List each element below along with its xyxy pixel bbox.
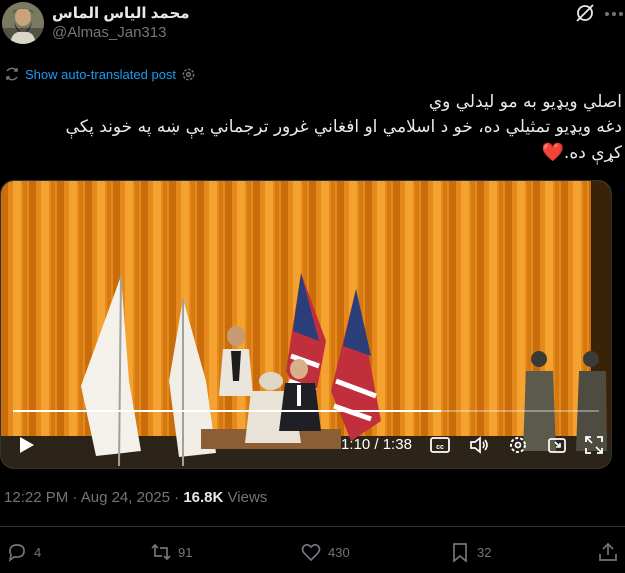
post-text-line: اصلي ویډیو به مو لیدلي وي bbox=[428, 92, 622, 112]
reply-icon bbox=[8, 544, 25, 563]
post: محمد الياس الماس @Almas_Jan313 Show auto… bbox=[0, 0, 625, 573]
fullscreen-icon[interactable] bbox=[583, 434, 605, 456]
volume-icon[interactable] bbox=[468, 434, 490, 456]
share-button[interactable] bbox=[597, 540, 619, 564]
play-icon[interactable] bbox=[15, 434, 37, 456]
show-translation-link[interactable]: Show auto-translated post bbox=[25, 67, 176, 82]
reply-count: 4 bbox=[34, 544, 42, 560]
heart-emoji: ❤️ bbox=[541, 142, 564, 163]
post-time[interactable]: 12:22 PM bbox=[4, 489, 68, 506]
captions-icon[interactable]: cc bbox=[429, 434, 451, 456]
post-text-line: کړې ده.❤️ bbox=[2, 140, 623, 166]
time-separator: / bbox=[374, 436, 379, 453]
bookmark-count: 32 bbox=[477, 544, 492, 560]
current-time: 1:10 bbox=[341, 436, 371, 453]
post-text: اصلي ویډیو به مو لیدلي وي دغه ویډیو تمثی… bbox=[2, 90, 622, 166]
repost-count: 91 bbox=[178, 544, 193, 560]
translate-icon bbox=[6, 67, 18, 81]
post-text-line: دغه ویډیو تمثیلي ده، خو د اسلامي او افغا… bbox=[65, 117, 622, 137]
duration: 1:38 bbox=[382, 436, 412, 453]
progress-fill bbox=[13, 410, 441, 412]
repost-button[interactable]: 91 bbox=[150, 540, 192, 564]
views-label: Views bbox=[227, 489, 268, 506]
bookmark-button[interactable]: 32 bbox=[449, 540, 491, 564]
time-display: 1:10 / 1:38 bbox=[341, 436, 412, 453]
like-count: 430 bbox=[328, 544, 350, 560]
settings-icon[interactable] bbox=[507, 434, 529, 456]
display-name[interactable]: محمد الياس الماس bbox=[52, 4, 190, 22]
progress-bar[interactable] bbox=[13, 410, 599, 412]
post-meta: 12:22 PM · Aug 24, 2025 · 16.8K Views bbox=[4, 489, 267, 506]
meta-dot: · bbox=[174, 489, 180, 506]
views-count: 16.8K bbox=[183, 489, 224, 506]
avatar[interactable] bbox=[2, 2, 44, 44]
like-button[interactable]: 430 bbox=[300, 540, 350, 564]
meta-dot: · bbox=[72, 489, 78, 506]
grok-icon[interactable] bbox=[574, 2, 596, 24]
reply-button[interactable]: 4 bbox=[6, 540, 41, 564]
post-date[interactable]: Aug 24, 2025 bbox=[81, 489, 170, 506]
picture-in-picture-icon[interactable] bbox=[546, 434, 568, 456]
heart-icon bbox=[301, 543, 321, 562]
repost-icon bbox=[151, 543, 171, 561]
video-player[interactable]: 1:10 / 1:38 cc bbox=[0, 180, 612, 469]
share-icon bbox=[599, 542, 617, 561]
video-frame bbox=[1, 181, 611, 468]
translate-row[interactable]: Show auto-translated post bbox=[4, 65, 196, 83]
settings-gear-icon[interactable] bbox=[181, 67, 196, 82]
handle[interactable]: @Almas_Jan313 bbox=[52, 24, 166, 41]
svg-text:cc: cc bbox=[436, 444, 444, 451]
divider bbox=[0, 526, 625, 527]
more-options-icon[interactable] bbox=[603, 4, 625, 24]
bookmark-icon bbox=[453, 543, 467, 563]
post-text-line-end: کړې ده. bbox=[563, 143, 622, 163]
